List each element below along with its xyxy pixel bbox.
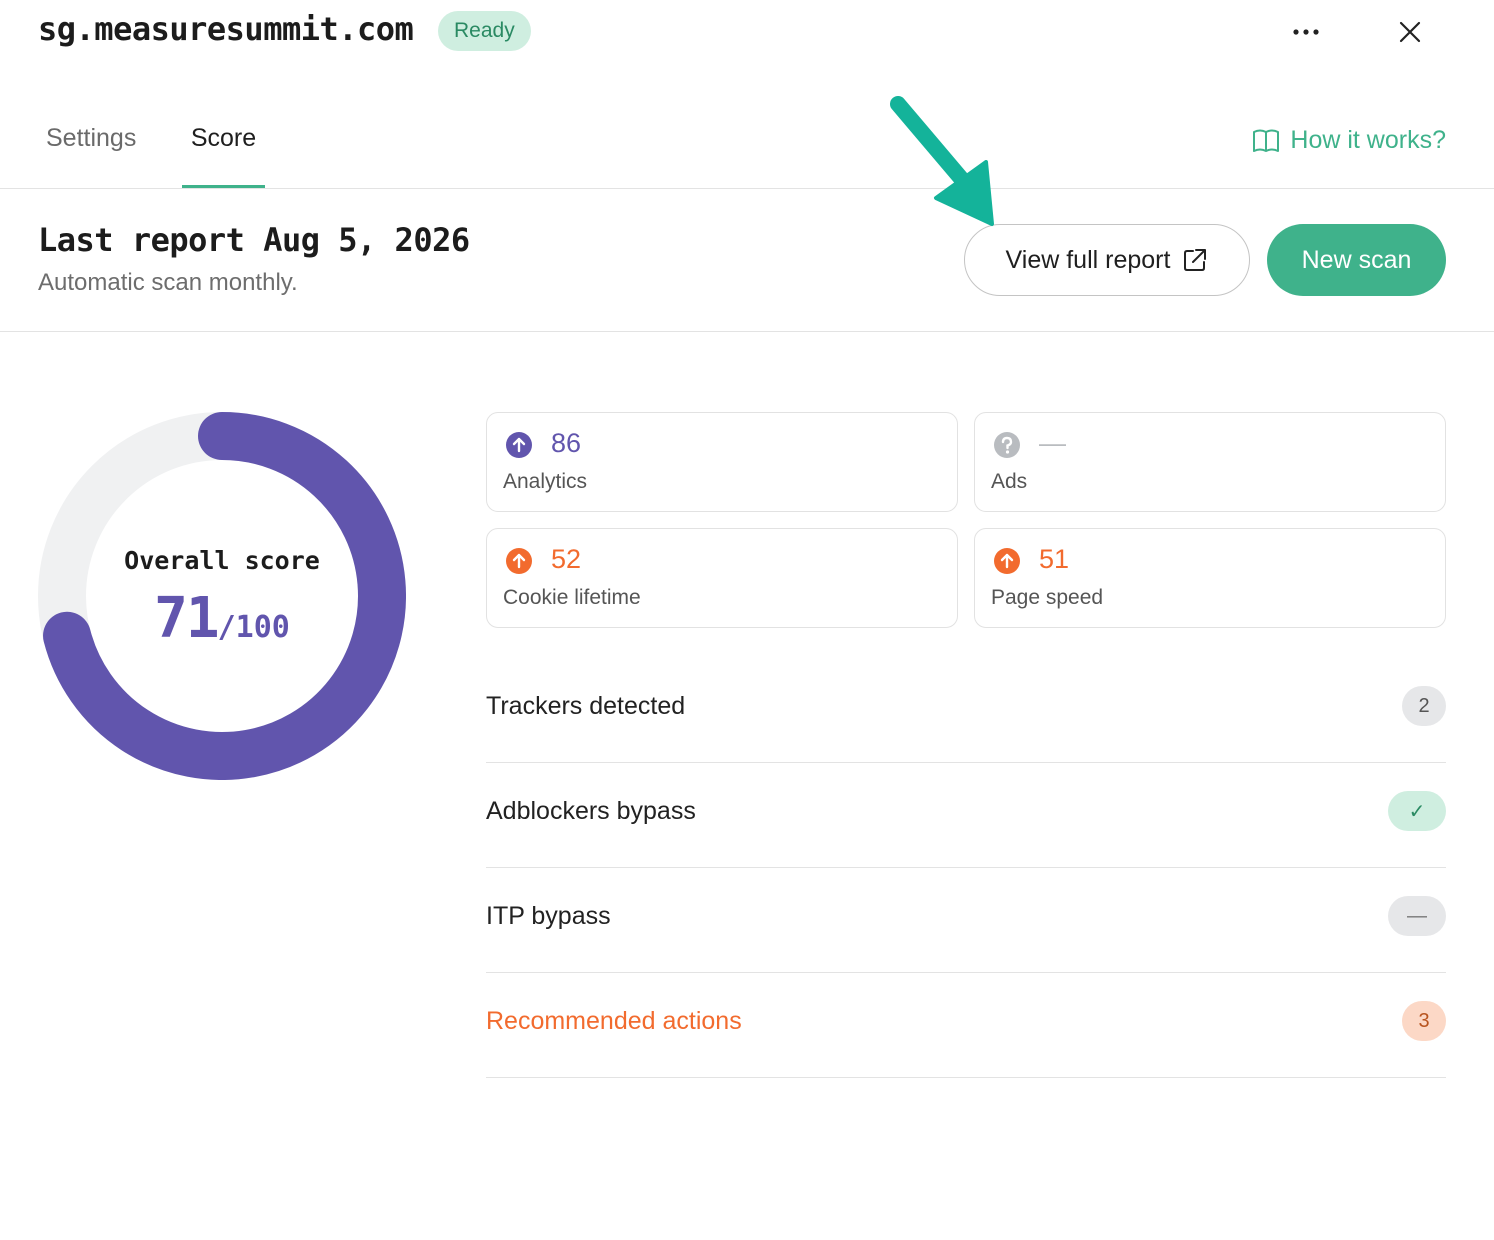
row-itp-bypass[interactable]: ITP bypass — xyxy=(486,868,1446,973)
metric-label: Ads xyxy=(991,470,1028,493)
site-domain-title: sg.measuresummit.com xyxy=(38,10,414,48)
row-label: ITP bypass xyxy=(486,902,611,930)
metric-card-analytics[interactable]: 86 Analytics xyxy=(486,412,958,512)
panel-header: sg.measuresummit.com Ready xyxy=(0,0,1494,64)
annotation-arrow-icon xyxy=(890,96,994,226)
metric-value: 51 xyxy=(1039,544,1070,574)
metric-card-cookie-lifetime[interactable]: 52 Cookie lifetime xyxy=(486,528,958,628)
more-horizontal-icon xyxy=(1293,29,1319,35)
view-full-report-label: View full report xyxy=(1005,245,1171,274)
count-badge: 3 xyxy=(1402,1001,1446,1041)
row-label: Recommended actions xyxy=(486,1007,742,1035)
metric-value: — xyxy=(1039,428,1066,458)
count-badge: 2 xyxy=(1402,686,1446,726)
how-it-works-link[interactable]: How it works? xyxy=(1252,126,1446,155)
status-badge: Ready xyxy=(438,11,531,51)
close-icon xyxy=(1399,21,1421,43)
new-scan-button[interactable]: New scan xyxy=(1267,224,1446,296)
metric-card-ads[interactable]: — Ads xyxy=(974,412,1446,512)
row-label: Adblockers bypass xyxy=(486,797,696,825)
metric-label: Cookie lifetime xyxy=(503,586,641,609)
arrow-up-circle-icon xyxy=(994,548,1020,574)
how-it-works-label: How it works? xyxy=(1290,126,1446,154)
scan-frequency-text: Automatic scan monthly. xyxy=(38,269,298,296)
view-full-report-button[interactable]: View full report xyxy=(964,224,1250,296)
metric-label: Page speed xyxy=(991,586,1104,609)
arrow-up-circle-icon xyxy=(506,548,532,574)
row-label: Trackers detected xyxy=(486,692,686,720)
row-trackers-detected[interactable]: Trackers detected 2 xyxy=(486,658,1446,763)
row-adblockers-bypass[interactable]: Adblockers bypass ✓ xyxy=(486,763,1446,868)
check-icon: ✓ xyxy=(1388,791,1446,831)
score-max: /100 xyxy=(217,610,290,645)
report-summary-bar: Last report Aug 5, 2026 Automatic scan m… xyxy=(0,189,1494,332)
score-number: 71 xyxy=(154,586,219,651)
metric-label: Analytics xyxy=(503,470,588,493)
arrow-up-circle-icon xyxy=(506,432,532,458)
close-button[interactable] xyxy=(1390,12,1430,52)
tab-bar: Settings Score How it works? xyxy=(0,100,1494,189)
overall-score-value: 71/100 xyxy=(38,586,406,651)
tab-settings[interactable]: Settings xyxy=(46,124,136,188)
row-recommended-actions[interactable]: Recommended actions 3 xyxy=(486,973,1446,1078)
question-circle-icon xyxy=(994,432,1020,458)
metric-card-page-speed[interactable]: 51 Page speed xyxy=(974,528,1446,628)
last-report-title: Last report Aug 5, 2026 xyxy=(38,221,470,259)
metric-value: 52 xyxy=(551,544,582,574)
more-options-button[interactable] xyxy=(1284,14,1328,50)
external-link-icon xyxy=(1184,249,1207,271)
dash-icon: — xyxy=(1388,896,1446,936)
metric-value: 86 xyxy=(551,428,582,458)
tab-score[interactable]: Score xyxy=(182,124,265,188)
book-icon xyxy=(1253,129,1280,152)
overall-score-label: Overall score xyxy=(124,546,320,575)
